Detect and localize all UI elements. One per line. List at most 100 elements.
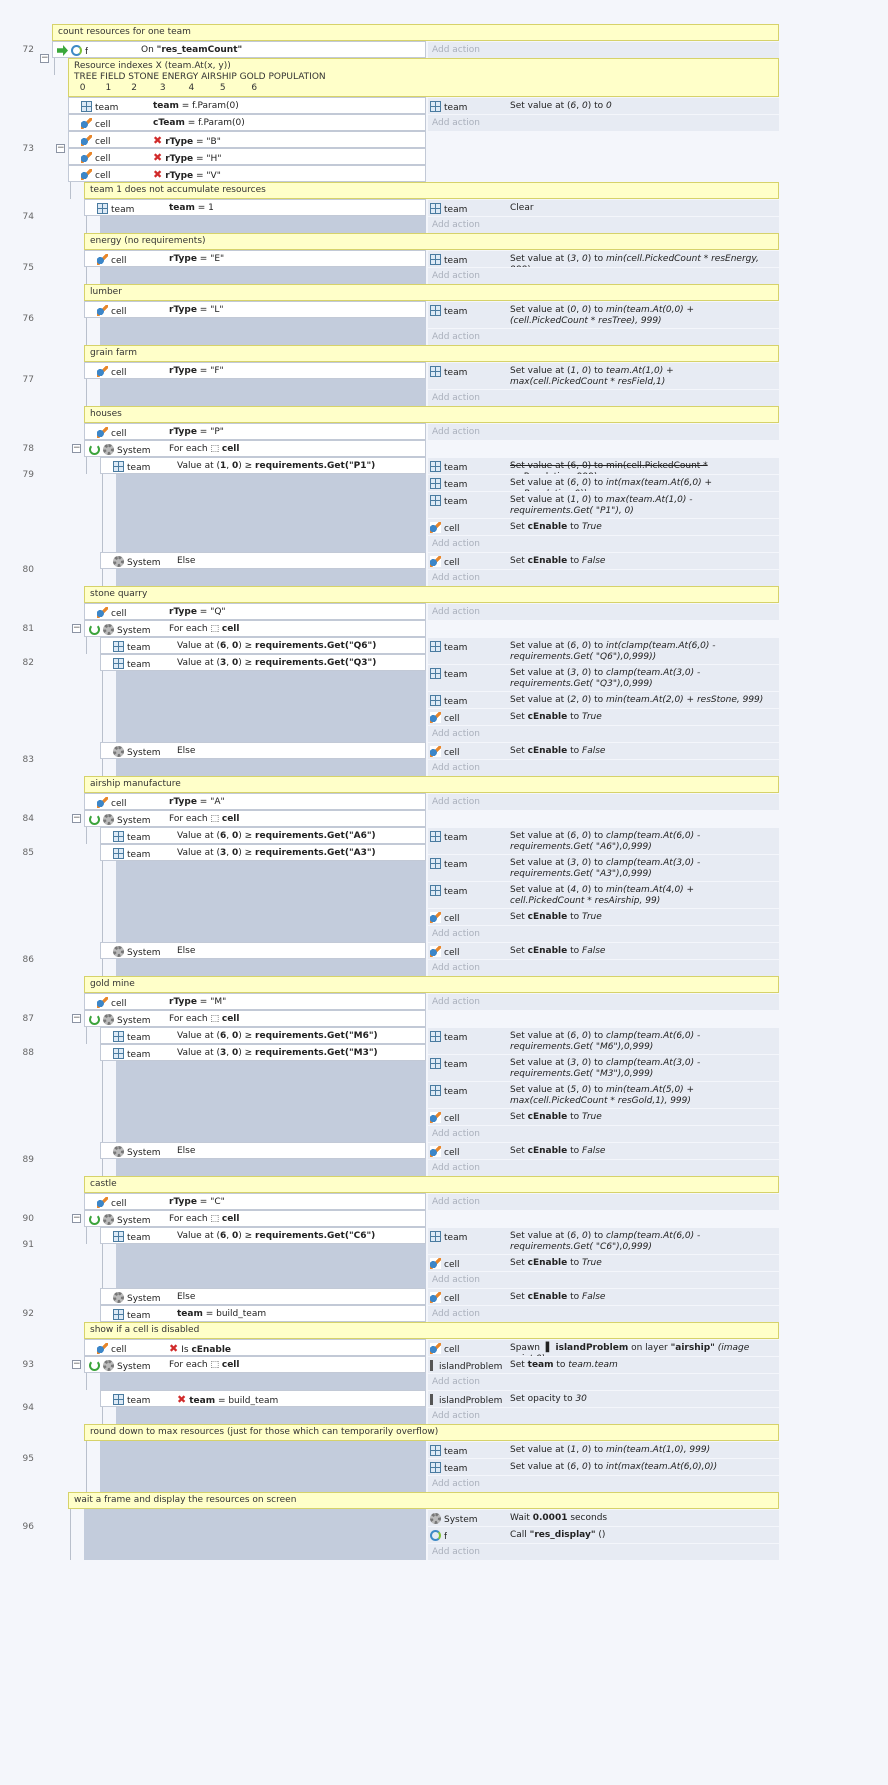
action[interactable]: teamSet value at (6, 0) to int(clamp(tea… <box>428 637 779 664</box>
condition[interactable]: SystemElse <box>100 1288 426 1305</box>
add-action-row[interactable]: Add action <box>428 759 779 776</box>
add-action-link[interactable]: Add action <box>432 1479 480 1489</box>
condition[interactable]: SystemElse <box>100 742 426 759</box>
add-action-row[interactable]: Add action <box>428 925 779 942</box>
action[interactable]: cellSet cEnable to True <box>428 518 779 535</box>
condition[interactable]: cellrType = "C" <box>84 1193 426 1210</box>
add-action-row[interactable]: Add action <box>428 603 779 620</box>
add-action-link[interactable]: Add action <box>432 1411 480 1421</box>
condition[interactable]: cellrType = "L" <box>84 301 426 318</box>
condition[interactable]: teamValue at (1, 0) ≥ requirements.Get("… <box>100 457 426 474</box>
add-action-link[interactable]: Add action <box>432 1547 480 1557</box>
add-action-link[interactable]: Add action <box>432 1197 480 1207</box>
action[interactable]: teamSet value at (2, 0) to min(team.At(2… <box>428 691 779 708</box>
add-action-link[interactable]: Add action <box>432 118 480 128</box>
add-action-link[interactable]: Add action <box>432 997 480 1007</box>
action[interactable]: teamSet value at (1, 0) to max(team.At(1… <box>428 491 779 518</box>
add-action-row[interactable]: Add action <box>428 389 779 406</box>
event-trigger[interactable]: fOn "res_teamCount" <box>52 41 426 58</box>
condition[interactable]: SystemFor each ⬚ cell <box>84 1010 426 1027</box>
condition[interactable]: teamValue at (6, 0) ≥ requirements.Get("… <box>100 1027 426 1044</box>
condition[interactable]: cell✖Is cEnable <box>84 1339 426 1356</box>
collapse-toggle[interactable]: − <box>72 1214 81 1223</box>
condition[interactable]: cellrType = "P" <box>84 423 426 440</box>
condition[interactable]: SystemFor each ⬚ cell <box>84 1356 426 1373</box>
add-action-row[interactable]: Add action <box>428 1159 779 1176</box>
action[interactable]: cellSet cEnable to True <box>428 1108 779 1125</box>
action[interactable]: teamSet value at (3, 0) to clamp(team.At… <box>428 664 779 691</box>
condition[interactable]: teamValue at (3, 0) ≥ requirements.Get("… <box>100 654 426 671</box>
collapse-toggle[interactable]: − <box>72 814 81 823</box>
add-action-row[interactable]: Add action <box>428 535 779 552</box>
condition[interactable]: teamValue at (3, 0) ≥ requirements.Get("… <box>100 844 426 861</box>
collapse-toggle[interactable]: − <box>56 144 65 153</box>
action[interactable]: teamSet value at (5, 0) to min(team.At(5… <box>428 1081 779 1108</box>
condition[interactable]: SystemFor each ⬚ cell <box>84 1210 426 1227</box>
add-action-link[interactable]: Add action <box>432 573 480 583</box>
add-action-link[interactable]: Add action <box>432 929 480 939</box>
action[interactable]: islandProblemSet opacity to 30 <box>428 1390 779 1407</box>
condition[interactable]: SystemElse <box>100 552 426 569</box>
add-action-link[interactable]: Add action <box>432 963 480 973</box>
add-action-link[interactable]: Add action <box>432 1163 480 1173</box>
add-action-row[interactable]: Add action <box>428 1125 779 1142</box>
condition[interactable]: team✖team = build_team <box>100 1390 426 1407</box>
add-action-row[interactable]: Add action <box>428 1407 779 1424</box>
condition[interactable]: SystemFor each ⬚ cell <box>84 620 426 637</box>
action[interactable]: teamSet value at (6, 0) to clamp(team.At… <box>428 1227 779 1254</box>
condition[interactable]: cellcTeam = f.Param(0) <box>68 114 426 131</box>
add-action-row[interactable]: Add action <box>428 793 779 810</box>
collapse-toggle[interactable]: − <box>72 624 81 633</box>
condition[interactable]: SystemElse <box>100 1142 426 1159</box>
condition[interactable]: SystemElse <box>100 942 426 959</box>
action[interactable]: teamSet value at (1, 0) to team.At(1,0) … <box>428 362 779 389</box>
condition[interactable]: teamValue at (6, 0) ≥ requirements.Get("… <box>100 637 426 654</box>
action[interactable]: teamSet value at (6, 0) to clamp(team.At… <box>428 1027 779 1054</box>
action[interactable]: SystemWait 0.0001 seconds <box>428 1509 779 1526</box>
add-action-row[interactable]: Add action <box>428 114 779 131</box>
action[interactable]: cellSet cEnable to True <box>428 708 779 725</box>
action[interactable]: islandProblemSet team to team.team <box>428 1356 779 1373</box>
add-action-row[interactable]: Add action <box>428 1475 779 1492</box>
collapse-toggle[interactable]: − <box>40 54 49 63</box>
action[interactable]: teamSet value at (0, 0) to min(team.At(0… <box>428 301 779 328</box>
add-action-row[interactable]: Add action <box>428 1543 779 1560</box>
action[interactable]: teamSet value at (1, 0) to min(team.At(1… <box>428 1441 779 1458</box>
condition[interactable]: teamValue at (6, 0) ≥ requirements.Get("… <box>100 827 426 844</box>
condition[interactable]: cellrType = "M" <box>84 993 426 1010</box>
condition[interactable]: teamteam = 1 <box>84 199 426 216</box>
collapse-toggle[interactable]: − <box>72 1360 81 1369</box>
condition[interactable]: teamteam = f.Param(0) <box>68 97 426 114</box>
add-action-row[interactable]: Add action <box>428 569 779 586</box>
action[interactable]: teamSet value at (6, 0) to int(max(team.… <box>428 474 779 491</box>
add-action-link[interactable]: Add action <box>432 393 480 403</box>
condition[interactable]: cellrType = "A" <box>84 793 426 810</box>
add-action-link[interactable]: Add action <box>432 332 480 342</box>
add-action-link[interactable]: Add action <box>432 539 480 549</box>
collapse-toggle[interactable]: − <box>72 1014 81 1023</box>
action[interactable]: teamSet value at (3, 0) to clamp(team.At… <box>428 854 779 881</box>
action[interactable]: teamSet value at (3, 0) to min(cell.Pick… <box>428 250 779 267</box>
action[interactable]: teamSet value at (6, 0) to clamp(team.At… <box>428 827 779 854</box>
action[interactable]: cellSet cEnable to True <box>428 908 779 925</box>
condition[interactable]: cellrType = "Q" <box>84 603 426 620</box>
condition[interactable]: teamValue at (3, 0) ≥ requirements.Get("… <box>100 1044 426 1061</box>
collapse-toggle[interactable]: − <box>72 444 81 453</box>
action[interactable]: teamSet value at (6, 0) to 0 <box>428 97 779 114</box>
action[interactable]: cellSet cEnable to True <box>428 1254 779 1271</box>
add-action-link[interactable]: Add action <box>432 797 480 807</box>
condition[interactable]: cellrType = "E" <box>84 250 426 267</box>
add-action-link[interactable]: Add action <box>432 427 480 437</box>
add-action-link[interactable]: Add action <box>432 729 480 739</box>
condition[interactable]: teamteam = build_team <box>100 1305 426 1322</box>
add-action-link[interactable]: Add action <box>432 1377 480 1387</box>
add-action-row[interactable]: Add action <box>428 959 779 976</box>
add-action-row[interactable]: Add action <box>428 993 779 1010</box>
action[interactable]: teamSet value at (4, 0) to min(team.At(4… <box>428 881 779 908</box>
add-action-link[interactable]: Add action <box>432 763 480 773</box>
add-action-row[interactable]: Add action <box>428 1305 779 1322</box>
action[interactable]: teamSet value at (6, 0) to min(cell.Pick… <box>428 457 779 474</box>
add-action-row[interactable]: Add action <box>428 328 779 345</box>
add-action-row[interactable]: Add action <box>428 267 779 284</box>
add-action-row[interactable]: Add action <box>428 423 779 440</box>
